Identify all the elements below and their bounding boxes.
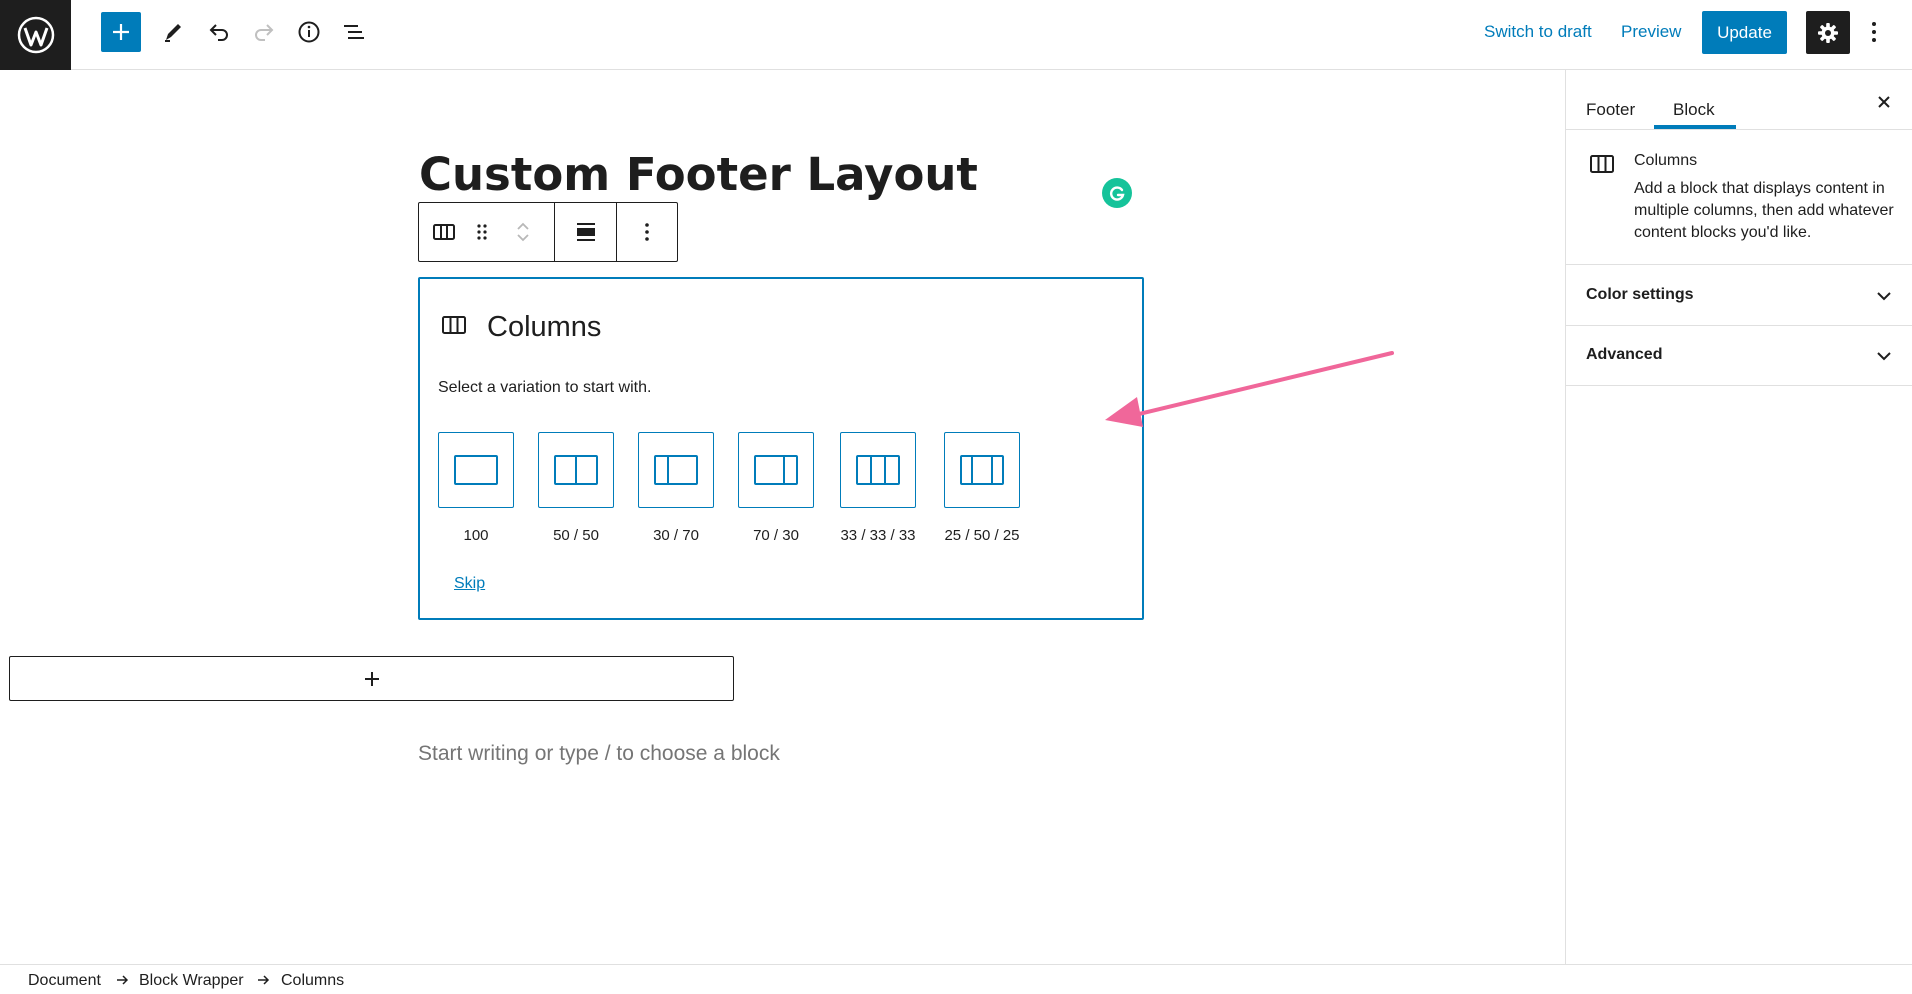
list-view-button[interactable] — [336, 14, 372, 50]
block-type-button[interactable] — [419, 203, 469, 261]
settings-button[interactable] — [1806, 11, 1850, 54]
column-layout-100-icon — [454, 455, 498, 485]
arrow-right-icon — [258, 975, 270, 985]
block-card: Columns Add a block that displays conten… — [1566, 130, 1912, 265]
breadcrumb-block-wrapper[interactable]: Block Wrapper — [139, 972, 244, 990]
block-parent-group — [419, 203, 555, 261]
column-layout-25-50-25-icon — [960, 455, 1004, 485]
columns-block-placeholder[interactable]: Columns Select a variation to start with… — [418, 277, 1144, 620]
block-movers — [495, 203, 551, 261]
block-card-description: Add a block that displays content in mul… — [1634, 180, 1894, 241]
undo-button[interactable] — [201, 14, 237, 50]
variation-30-70-button[interactable] — [638, 432, 714, 508]
variation-25-50-25-button[interactable] — [944, 432, 1020, 508]
breadcrumb-columns: Columns — [281, 972, 345, 989]
more-vertical-icon — [645, 223, 649, 241]
variation-label: 25 / 50 / 25 — [944, 527, 1020, 544]
wordpress-logo[interactable] — [0, 0, 71, 70]
info-icon — [298, 21, 320, 43]
grammarly-button[interactable] — [1102, 178, 1132, 208]
more-group — [617, 203, 677, 261]
pencil-icon — [165, 24, 181, 42]
panel-title[interactable]: Color settings — [1586, 286, 1694, 304]
post-title[interactable]: Custom Footer Layout — [419, 148, 978, 201]
variation-label: 100 — [463, 527, 489, 544]
breadcrumb-document[interactable]: Document — [28, 972, 101, 990]
column-layout-30-70-icon — [654, 455, 698, 485]
drag-handle[interactable] — [469, 203, 495, 261]
redo-button[interactable] — [246, 14, 282, 50]
column-layout-33-33-33-icon — [856, 455, 900, 485]
column-layout-50-50-icon — [554, 455, 598, 485]
skip-link[interactable]: Skip — [454, 575, 485, 593]
variation-70-30-button[interactable] — [738, 432, 814, 508]
add-block-button[interactable] — [101, 12, 141, 52]
tools-button[interactable] — [155, 14, 191, 50]
columns-icon — [433, 224, 455, 240]
annotation-arrow — [1105, 351, 1394, 427]
list-view-icon — [344, 25, 364, 39]
variation-label: 70 / 30 — [753, 527, 799, 544]
panel-title[interactable]: Advanced — [1586, 346, 1662, 364]
gear-icon — [1818, 22, 1838, 43]
plus-icon — [113, 24, 129, 40]
chevron-up-icon[interactable] — [515, 220, 531, 232]
variation-label: 50 / 50 — [553, 527, 599, 544]
default-block-placeholder[interactable]: Start writing or type / to choose a bloc… — [418, 742, 780, 766]
plus-icon — [364, 671, 379, 686]
switch-to-draft-button[interactable]: Switch to draft — [1484, 22, 1592, 42]
tab-block[interactable]: Block — [1673, 100, 1715, 120]
variation-33-33-33-button[interactable] — [840, 432, 916, 508]
block-appender-button[interactable] — [9, 656, 734, 701]
variation-50-50-button[interactable] — [538, 432, 614, 508]
update-button[interactable]: Update — [1702, 11, 1787, 54]
block-card-title: Columns — [1634, 152, 1698, 169]
editor-header: Switch to draft Preview Update — [0, 0, 1912, 70]
preview-button[interactable]: Preview — [1621, 22, 1681, 42]
variation-label: 33 / 33 / 33 — [840, 527, 916, 544]
grammarly-icon — [1110, 186, 1125, 201]
column-layout-70-30-icon — [754, 455, 798, 485]
advanced-panel[interactable]: Advanced — [1566, 326, 1912, 386]
block-options-button[interactable] — [617, 203, 677, 261]
variation-100-button[interactable] — [438, 432, 514, 508]
block-toolbar — [418, 202, 678, 262]
tab-footer[interactable]: Footer — [1586, 100, 1635, 120]
options-button[interactable] — [1862, 14, 1886, 50]
align-button[interactable] — [555, 203, 616, 261]
block-breadcrumb: Document Block Wrapper Columns — [0, 964, 1912, 994]
columns-icon — [442, 315, 466, 340]
redo-icon — [255, 24, 274, 41]
close-sidebar-button[interactable] — [1872, 90, 1896, 114]
close-icon — [1878, 96, 1890, 108]
chevron-down-icon[interactable] — [515, 232, 531, 244]
color-settings-panel[interactable]: Color settings — [1566, 266, 1912, 326]
more-vertical-icon — [1872, 22, 1876, 42]
columns-icon — [1590, 154, 1614, 179]
placeholder-instructions: Select a variation to start with. — [438, 379, 652, 396]
variation-label: 30 / 70 — [653, 527, 699, 544]
align-group — [555, 203, 617, 261]
align-wide-icon — [576, 223, 595, 241]
chevron-down-icon[interactable] — [1872, 344, 1896, 368]
arrow-right-icon — [117, 975, 129, 985]
undo-icon — [209, 24, 228, 41]
settings-sidebar: Footer Block Columns Add a block that di… — [1565, 70, 1912, 964]
wordpress-icon — [17, 16, 54, 54]
placeholder-title: Columns — [487, 311, 602, 343]
sidebar-tabs: Footer Block — [1566, 70, 1912, 130]
chevron-down-icon[interactable] — [1872, 284, 1896, 308]
active-tab-indicator — [1654, 125, 1736, 129]
drag-handle-icon — [477, 224, 487, 240]
details-button[interactable] — [291, 14, 327, 50]
